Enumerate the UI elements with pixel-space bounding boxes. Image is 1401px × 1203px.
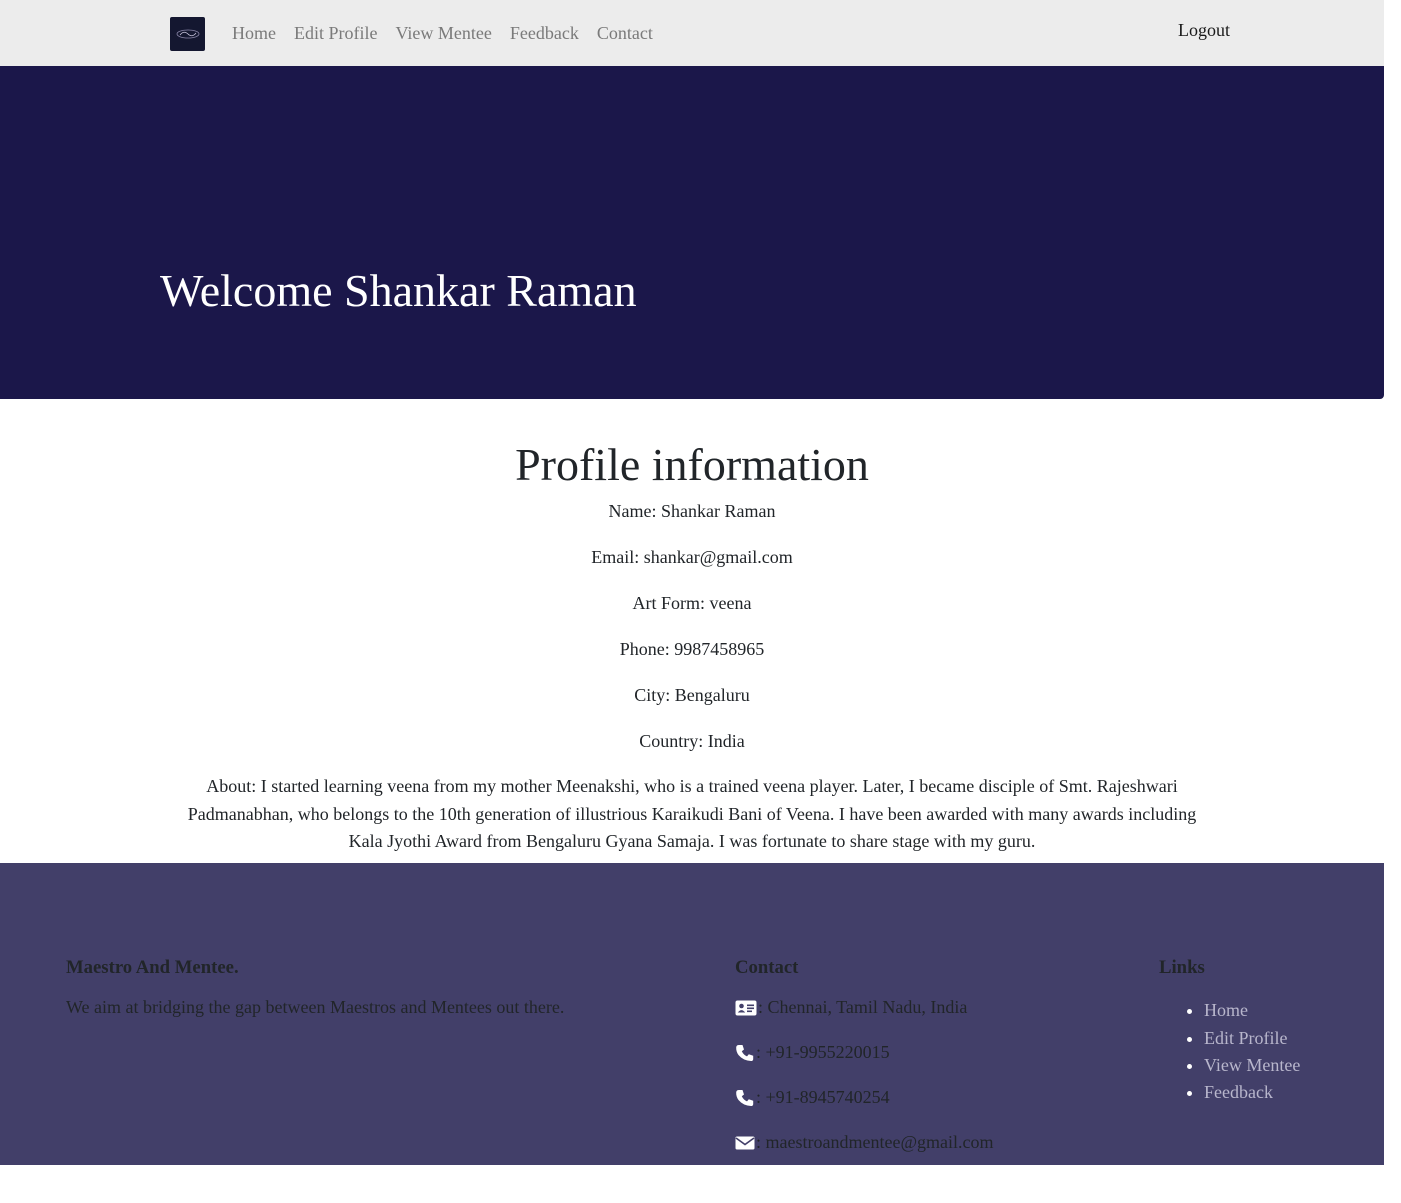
footer-contact-title: Contact bbox=[735, 956, 799, 978]
profile-country: Country: India bbox=[639, 731, 745, 751]
profile-section: Profile information Name: Shankar Raman … bbox=[0, 399, 1384, 863]
phone-icon bbox=[736, 1044, 754, 1061]
profile-name: Name: Shankar Raman bbox=[608, 501, 776, 521]
logo-icon bbox=[176, 29, 199, 39]
footer-home-link[interactable]: Home bbox=[1204, 1000, 1248, 1020]
logout-link[interactable]: Logout bbox=[1178, 20, 1230, 41]
footer-contact: Contact : Chennai, Tamil Nadu, India : +… bbox=[735, 938, 994, 1177]
footer-brand-title: Maestro And Mentee. bbox=[66, 956, 239, 978]
nav-links: Home Edit Profile View Mentee Feedback C… bbox=[223, 0, 662, 66]
welcome-title: Welcome Shankar Raman bbox=[160, 265, 637, 316]
footer-address-row: : Chennai, Tamil Nadu, India bbox=[735, 997, 994, 1018]
footer-links: Links Home Edit Profile View Mentee Feed… bbox=[1159, 938, 1300, 1107]
footer-link-item: Feedback bbox=[1204, 1079, 1300, 1106]
footer-email-row: : maestroandmentee@gmail.com bbox=[735, 1132, 994, 1153]
hero-banner: Welcome Shankar Raman bbox=[0, 66, 1384, 399]
footer-brand-text: We aim at bridging the gap between Maest… bbox=[66, 997, 565, 1018]
footer-link-item: Edit Profile bbox=[1204, 1025, 1300, 1052]
profile-about: About: I started learning veena from my … bbox=[187, 776, 1197, 851]
footer-links-list: Home Edit Profile View Mentee Feedback bbox=[1159, 997, 1300, 1106]
footer-address: : Chennai, Tamil Nadu, India bbox=[758, 997, 968, 1018]
profile-art-form: Art Form: veena bbox=[632, 593, 752, 613]
footer-link-item: Home bbox=[1204, 997, 1300, 1024]
footer-links-title: Links bbox=[1159, 956, 1205, 978]
footer-phone-2: : +91-8945740254 bbox=[756, 1087, 890, 1108]
footer-email: : maestroandmentee@gmail.com bbox=[756, 1132, 994, 1153]
navbar: Home Edit Profile View Mentee Feedback C… bbox=[0, 0, 1384, 66]
nav-view-mentee-link[interactable]: View Mentee bbox=[387, 23, 501, 44]
footer-phone2-row: : +91-8945740254 bbox=[735, 1087, 994, 1108]
logo[interactable] bbox=[170, 17, 205, 51]
phone-icon bbox=[736, 1089, 754, 1106]
footer-link-item: View Mentee bbox=[1204, 1052, 1300, 1079]
nav-home-link[interactable]: Home bbox=[223, 23, 285, 44]
address-card-icon bbox=[735, 1000, 757, 1016]
footer-phone-1: : +91-9955220015 bbox=[756, 1042, 890, 1063]
nav-edit-profile-link[interactable]: Edit Profile bbox=[285, 23, 387, 44]
footer-feedback-link[interactable]: Feedback bbox=[1204, 1082, 1273, 1102]
envelope-icon bbox=[735, 1136, 755, 1150]
footer-edit-profile-link[interactable]: Edit Profile bbox=[1204, 1028, 1288, 1048]
nav-contact-link[interactable]: Contact bbox=[588, 23, 662, 44]
footer-view-mentee-link[interactable]: View Mentee bbox=[1204, 1055, 1300, 1075]
profile-city: City: Bengaluru bbox=[634, 685, 750, 705]
profile-heading: Profile information bbox=[515, 439, 869, 490]
footer-phone1-row: : +91-9955220015 bbox=[735, 1042, 994, 1063]
profile-email: Email: shankar@gmail.com bbox=[591, 547, 793, 567]
nav-feedback-link[interactable]: Feedback bbox=[501, 23, 588, 44]
profile-phone: Phone: 9987458965 bbox=[619, 639, 765, 659]
footer-brand: Maestro And Mentee. We aim at bridging t… bbox=[66, 938, 564, 1018]
